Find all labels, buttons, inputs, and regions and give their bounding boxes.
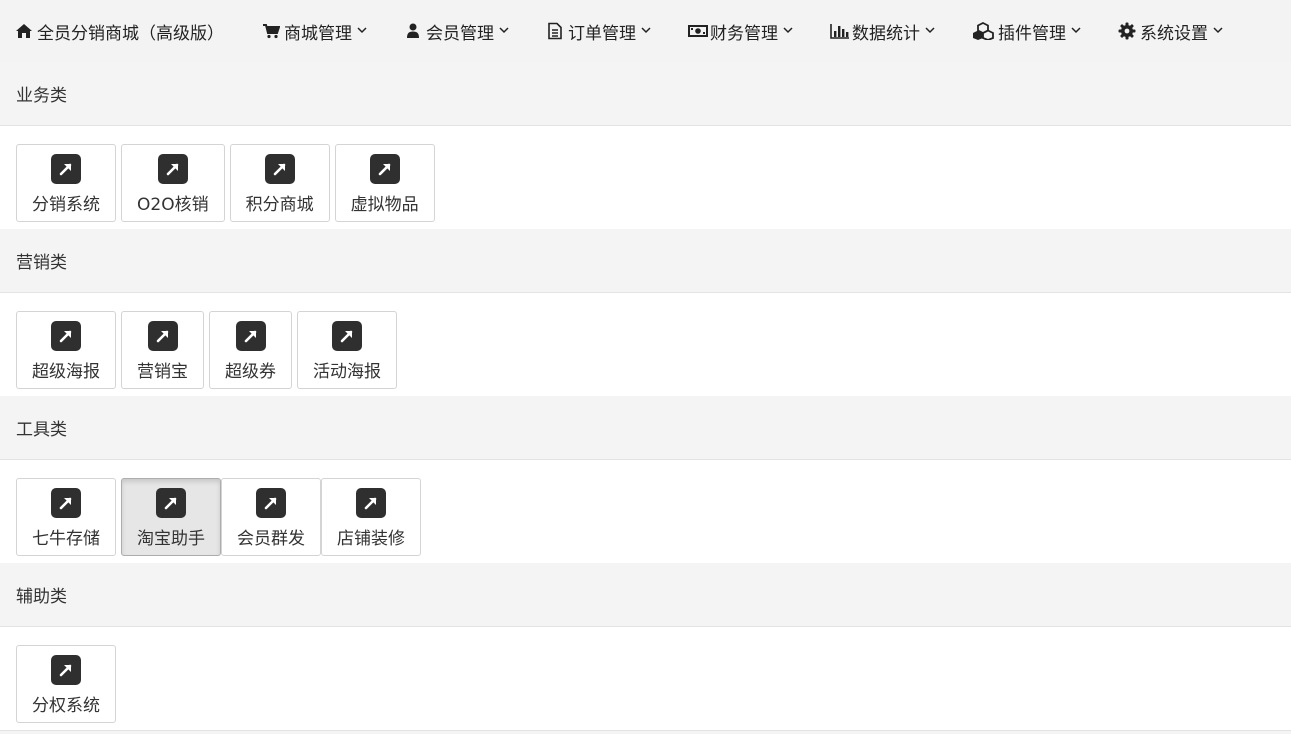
tile-taobao-assistant[interactable]: 淘宝助手 [121,478,221,556]
section-header-tools: 工具类 [0,396,1291,460]
tile-label: 淘宝助手 [137,529,205,549]
brand-label: 全员分销商城（高级版） [37,23,224,44]
nav-item-finance[interactable]: 财务管理 [688,19,793,44]
bottom-divider [0,730,1291,734]
nav-item-label: 会员管理 [426,23,494,44]
nav-item-label: 订单管理 [568,23,636,44]
tile-label: 店铺装修 [337,529,405,549]
money-icon [688,22,708,40]
tile-permission-system[interactable]: 分权系统 [16,645,116,723]
user-icon [404,22,422,40]
tile-o2o-verification[interactable]: O2O核销 [121,144,225,222]
chevron-down-icon [1071,25,1081,35]
chevron-down-icon [499,25,509,35]
section-body-marketing: 超级海报 营销宝 超级券 活动海报 [0,293,1291,396]
external-link-arrow-icon [332,321,362,351]
section-header-marketing: 营销类 [0,229,1291,293]
external-link-arrow-icon [264,154,295,184]
tile-label: 七牛存储 [32,529,100,549]
section-body-business: 分销系统 O2O核销 积分商城 虚拟物品 [0,126,1291,229]
external-link-arrow-icon [51,488,81,518]
external-link-arrow-icon [256,488,286,518]
chevron-down-icon [1213,25,1223,35]
tile-points-mall[interactable]: 积分商城 [229,144,330,222]
nav-item-label: 商城管理 [284,23,352,44]
nav-item-label: 插件管理 [998,23,1066,44]
chevron-down-icon [783,25,793,35]
nav-item-shop[interactable]: 商城管理 [262,19,367,44]
external-link-arrow-icon [51,655,81,685]
tile-label: 积分商城 [245,195,314,215]
brand[interactable]: 全员分销商城（高级版） [15,19,224,44]
bar-chart-icon [830,22,849,40]
external-link-arrow-icon [156,488,186,518]
nav-item-statistics[interactable]: 数据统计 [830,19,935,44]
external-link-arrow-icon [51,321,81,351]
external-link-arrow-icon [157,154,188,184]
tile-label: 超级券 [225,362,276,382]
chevron-down-icon [357,25,367,35]
external-link-arrow-icon [147,321,178,351]
tile-label: 会员群发 [237,529,305,549]
gear-icon [1118,22,1136,40]
section-title: 营销类 [16,253,67,273]
tile-virtual-goods[interactable]: 虚拟物品 [334,144,435,222]
file-icon [546,22,564,40]
nav-item-plugins[interactable]: 插件管理 [972,19,1081,44]
section-title: 工具类 [16,420,67,440]
nav-item-settings[interactable]: 系统设置 [1118,19,1223,44]
tile-qiniu-storage[interactable]: 七牛存储 [16,478,116,556]
home-icon [15,22,33,40]
section-header-business: 业务类 [0,62,1291,126]
cart-icon [262,22,280,40]
nav-item-orders[interactable]: 订单管理 [546,19,651,44]
tile-label: 超级海报 [32,362,100,382]
tile-member-broadcast[interactable]: 会员群发 [221,478,321,556]
external-link-arrow-icon [369,154,400,184]
section-body-auxiliary: 分权系统 [0,627,1291,730]
external-link-arrow-icon [356,488,386,518]
section-title: 辅助类 [16,587,67,607]
tile-label: 分销系统 [32,195,100,215]
nav-item-label: 财务管理 [710,23,778,44]
chevron-down-icon [925,25,935,35]
top-navbar: 全员分销商城（高级版） 商城管理 会员管理 订单管理 财务管理 数据统计 插件管… [0,0,1291,62]
tile-super-coupon[interactable]: 超级券 [209,311,292,389]
tile-marketing-treasure[interactable]: 营销宝 [121,311,204,389]
chevron-down-icon [641,25,651,35]
tile-label: O2O核销 [137,195,209,215]
section-header-auxiliary: 辅助类 [0,563,1291,627]
tile-event-poster[interactable]: 活动海报 [297,311,397,389]
external-link-arrow-icon [51,154,81,184]
external-link-arrow-icon [235,321,266,351]
tile-super-poster[interactable]: 超级海报 [16,311,116,389]
tile-label: 营销宝 [137,362,188,382]
cubes-icon [972,22,994,40]
tile-shop-decoration[interactable]: 店铺装修 [321,478,421,556]
tile-label: 活动海报 [313,362,381,382]
nav-item-label: 数据统计 [852,23,920,44]
section-title: 业务类 [16,86,67,106]
nav-item-members[interactable]: 会员管理 [404,19,509,44]
section-body-tools: 七牛存储 淘宝助手 会员群发 店铺装修 [0,460,1291,563]
tile-label: 分权系统 [32,696,100,716]
nav-item-label: 系统设置 [1140,23,1208,44]
tile-distribution-system[interactable]: 分销系统 [16,144,116,222]
tile-label: 虚拟物品 [350,195,419,215]
